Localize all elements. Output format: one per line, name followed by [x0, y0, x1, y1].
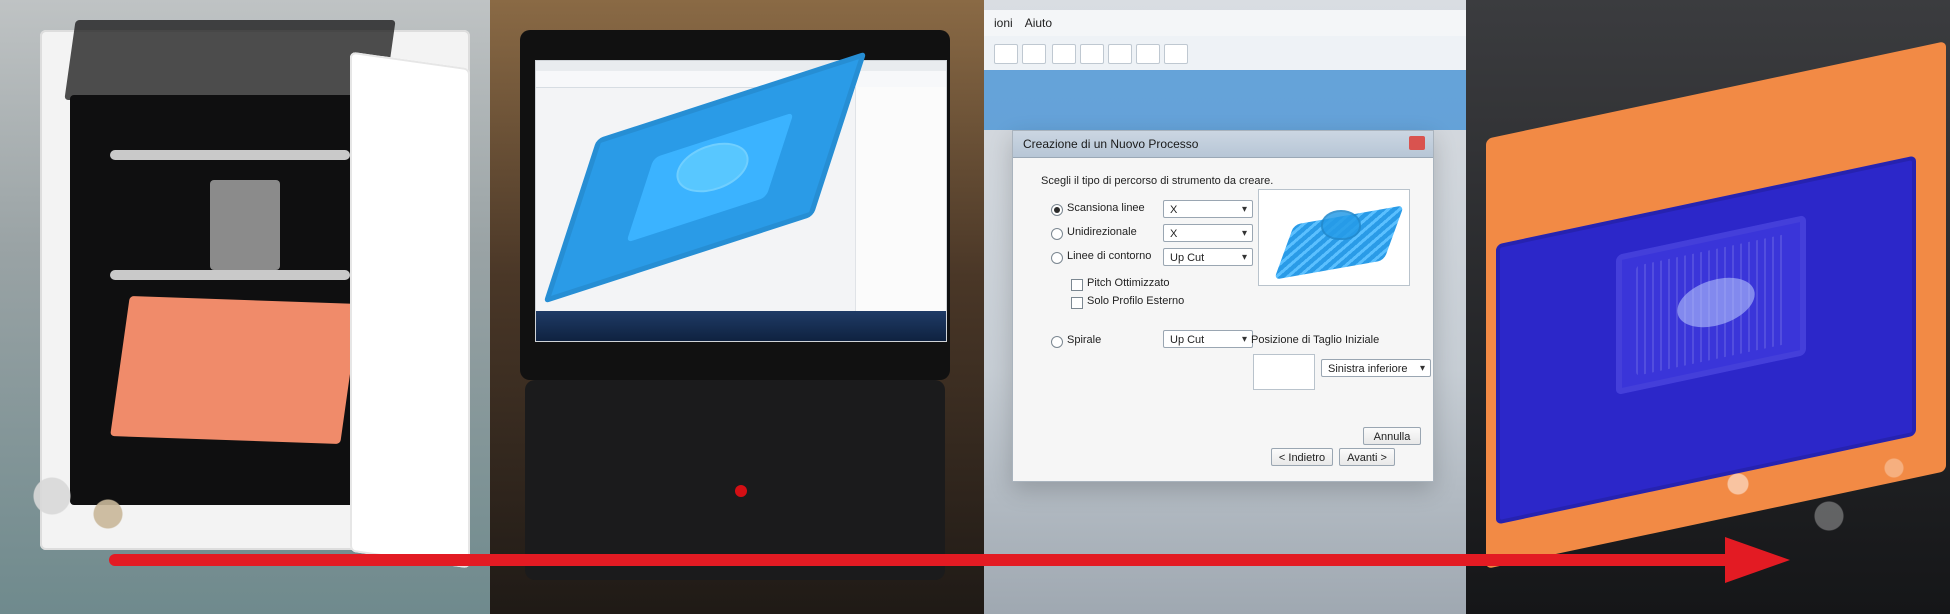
toolbar-button-7[interactable] [1164, 44, 1188, 64]
chevron-down-icon: ▾ [1419, 363, 1425, 374]
radio-spiral[interactable] [1051, 336, 1063, 348]
panel-cam-dialog: ioni Aiuto Creazione di un Nuovo Process… [984, 0, 1466, 614]
select-spiral-cut[interactable]: Up Cut ▾ [1163, 330, 1253, 348]
select-unidirectional-axis[interactable]: X ▾ [1163, 224, 1253, 242]
back-button[interactable]: < Indietro [1271, 448, 1333, 466]
next-button[interactable]: Avanti > [1339, 448, 1395, 466]
app-menubar [536, 61, 946, 71]
trackpoint [735, 485, 747, 497]
menu-item-left[interactable]: ioni [994, 16, 1013, 30]
panel-cnc-machine [0, 0, 490, 614]
cnc-machine-lid [64, 20, 396, 100]
select-contour-cut[interactable]: Up Cut ▾ [1163, 248, 1253, 266]
new-process-dialog: Creazione di un Nuovo Processo Scegli il… [1012, 130, 1434, 482]
start-position-label: Posizione di Taglio Iniziale [1251, 334, 1380, 346]
machine-rail-top [110, 150, 350, 160]
toolbar-button-5[interactable] [1108, 44, 1132, 64]
select-scan-lines-axis[interactable]: X ▾ [1163, 200, 1253, 218]
monitor-menubar [984, 10, 1466, 37]
start-position-widget[interactable] [1253, 354, 1315, 390]
label-unidirectional: Unidirezionale [1067, 226, 1137, 238]
toolpath-preview [1258, 189, 1410, 286]
preview-dome [1321, 210, 1361, 240]
toolbar-button-2[interactable] [1022, 44, 1046, 64]
dialog-title: Creazione di un Nuovo Processo [1023, 137, 1199, 151]
toolbar-button-3[interactable] [1052, 44, 1076, 64]
cancel-button[interactable]: Annulla [1363, 427, 1421, 445]
label-pitch-optimized: Pitch Ottimizzato [1087, 277, 1170, 289]
milling-dust [1686, 420, 1946, 580]
machine-bed [110, 295, 360, 445]
windows-taskbar [536, 311, 946, 341]
checkbox-outer-profile-only[interactable] [1071, 297, 1083, 309]
dialog-instruction: Scegli il tipo di percorso di strumento … [1041, 175, 1274, 187]
select-value: Sinistra inferiore [1328, 363, 1408, 375]
menu-item-help[interactable]: Aiuto [1025, 16, 1052, 30]
laptop-keyboard [525, 380, 945, 580]
toolbar-button-4[interactable] [1080, 44, 1104, 64]
radio-contour-lines[interactable] [1051, 252, 1063, 264]
select-value: Up Cut [1170, 334, 1205, 346]
machine-carriage [210, 180, 280, 270]
label-outer-profile-only: Solo Profilo Esterno [1087, 295, 1185, 307]
label-spiral: Spirale [1067, 334, 1102, 346]
chevron-down-icon: ▾ [1241, 204, 1247, 215]
label-contour-lines: Linee di contorno [1067, 250, 1152, 262]
select-value: X [1170, 204, 1178, 216]
panel-laptop-cam [490, 0, 984, 614]
select-value: X [1170, 228, 1178, 240]
workspace-background [984, 70, 1466, 130]
radio-scan-lines[interactable] [1051, 204, 1063, 216]
toolbar-button-6[interactable] [1136, 44, 1160, 64]
dialog-titlebar: Creazione di un Nuovo Processo [1013, 131, 1433, 158]
app-toolbar [536, 71, 946, 88]
machine-rail-bottom [110, 270, 350, 280]
select-value: Up Cut [1170, 252, 1205, 264]
panel-milled-part [1466, 0, 1950, 614]
app-sidebar [855, 87, 946, 311]
photo-strip: ioni Aiuto Creazione di un Nuovo Process… [0, 0, 1950, 614]
menu-items: ioni Aiuto [984, 10, 1052, 36]
chevron-down-icon: ▾ [1241, 334, 1247, 345]
toolbar-button-1[interactable] [994, 44, 1018, 64]
radio-unidirectional[interactable] [1051, 228, 1063, 240]
label-scan-lines: Scansiona linee [1067, 202, 1145, 214]
select-start-position[interactable]: Sinistra inferiore ▾ [1321, 359, 1431, 377]
floor-items [10, 460, 150, 550]
machine-side-cover [350, 51, 470, 569]
chevron-down-icon: ▾ [1241, 252, 1247, 263]
close-icon[interactable] [1409, 136, 1425, 150]
checkbox-pitch-optimized[interactable] [1071, 279, 1083, 291]
chevron-down-icon: ▾ [1241, 228, 1247, 239]
